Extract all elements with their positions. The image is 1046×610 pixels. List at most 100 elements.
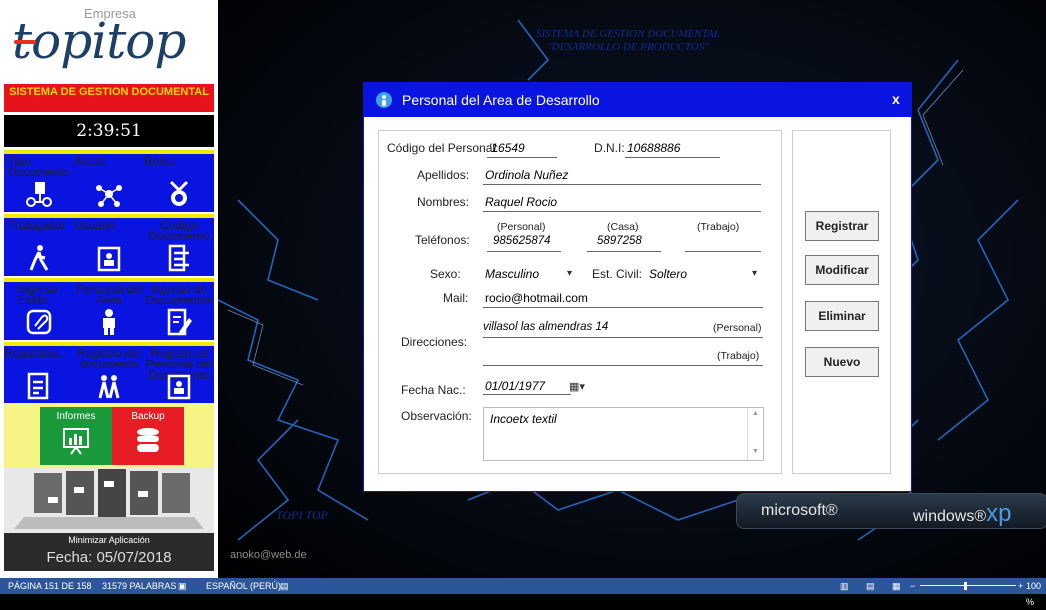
tile-label: Requisitos — [4, 346, 61, 360]
tile-label: Ingreso de Documentos — [145, 282, 213, 307]
windows-xp-bar: microsoft® windows®xp — [736, 493, 1046, 529]
zoom-slider[interactable] — [920, 585, 1016, 586]
tile-personal-del-area[interactable]: Personal del Area — [74, 282, 144, 340]
direcciones-label: Direcciones: — [401, 335, 468, 349]
codigo-field[interactable]: '16549 — [489, 141, 525, 155]
word-count[interactable]: 31579 PALABRAS — [102, 578, 176, 594]
desktop-title-line1: SISTEMA DE GESTION DOCUMENTAL — [536, 28, 720, 40]
chevron-down-icon[interactable]: ▾ — [567, 268, 572, 279]
scroll-up-icon[interactable]: ▲ — [752, 410, 759, 417]
date-label: Fecha: 05/07/2018 — [4, 547, 214, 571]
nombres-field[interactable]: Raquel Rocio — [485, 195, 557, 209]
scroll-down-icon[interactable]: ▼ — [752, 448, 759, 455]
fecha-nac-label: Fecha Nac.: — [401, 383, 466, 397]
page-count[interactable]: PÁGINA 151 DE 158 — [8, 578, 92, 594]
eliminar-button[interactable]: Eliminar — [805, 301, 879, 331]
tile-label: Tipo Documento — [8, 154, 70, 179]
zoom-slider-thumb[interactable] — [964, 582, 967, 590]
user-card-icon — [167, 374, 191, 400]
zoom-out-icon[interactable]: − — [910, 578, 915, 594]
tile-trabajador[interactable]: Trabajador — [4, 218, 74, 276]
tile-registro-personal[interactable]: Registro al Personal del Documento — [144, 346, 214, 404]
proofing-icon[interactable]: ▣ — [178, 578, 187, 594]
apellidos-label: Apellidos: — [417, 168, 470, 182]
walking-person-icon — [29, 245, 49, 271]
tel-personal-field[interactable]: 985625874 — [493, 235, 551, 247]
registrar-button[interactable]: Registrar — [805, 211, 879, 241]
tile-requisitos[interactable]: Requisitos — [4, 346, 74, 404]
dni-field[interactable]: 10688886 — [627, 141, 680, 155]
observacion-textarea[interactable]: Incoetx textil — [483, 407, 764, 461]
backup-button[interactable]: Backup — [112, 407, 184, 465]
fecha-nac-field[interactable]: 01/01/1977 — [485, 379, 545, 393]
document-flow-icon — [26, 182, 52, 207]
tile-label: Usuario — [74, 218, 116, 232]
zoom-in-icon[interactable]: + — [1018, 578, 1023, 594]
tile-usuario[interactable]: Usuario — [74, 218, 144, 276]
tile-row-3: Ingreso Estilo Personal del Area Ingreso… — [4, 278, 214, 340]
tile-roles[interactable]: Roles — [144, 154, 214, 212]
tile-ingreso-estilo[interactable]: Ingreso Estilo — [4, 282, 74, 340]
presentation-chart-icon — [63, 428, 89, 455]
tel-casa-underline — [587, 251, 661, 252]
tile-label: Ingreso Estilo — [18, 282, 59, 307]
chevron-down-icon[interactable]: ▾ — [752, 268, 757, 279]
dialog-titlebar[interactable]: Personal del Area de Desarrollo x — [364, 83, 911, 117]
network-icon — [96, 185, 122, 207]
tile-areas[interactable]: Áreas — [74, 154, 144, 212]
actions-panel: Registrar Modificar Eliminar Nuevo — [792, 130, 891, 474]
mail-label: Mail: — [443, 291, 469, 305]
observacion-value: Incoetx textil — [490, 412, 557, 426]
tel-casa-field[interactable]: 5897258 — [597, 235, 642, 247]
tile-row-4: Requisitos Registro del documento Regist… — [4, 342, 214, 404]
tile-tipo-documento[interactable]: Tipo Documento — [4, 154, 74, 212]
tile-label: Codigo Documento — [148, 218, 210, 243]
sexo-select[interactable]: Masculino — [485, 267, 539, 281]
logo-brand: topitop — [12, 12, 186, 70]
checklist-icon — [27, 372, 49, 400]
informes-label: Informes — [56, 411, 96, 422]
dir-personal-field[interactable]: villasol las almendras 14 — [483, 321, 608, 333]
personal-form: Código del Personal: '16549 D.N.I: 10688… — [378, 130, 782, 474]
clock: 2:39:51 — [4, 115, 214, 147]
tile-row-1: Tipo Documento Áreas Roles — [4, 150, 214, 212]
windows-xp-label: windows®xp — [913, 500, 1012, 528]
person-icon — [376, 92, 392, 108]
server-rack-icon — [4, 467, 214, 535]
language[interactable]: ESPAÑOL (PERÚ) — [206, 578, 281, 594]
tile-row-2: Trabajador Usuario Codigo Documento — [4, 214, 214, 276]
web-layout-icon[interactable]: ▦ — [892, 578, 901, 594]
tile-ingreso-documentos[interactable]: Ingreso de Documentos — [144, 282, 214, 340]
estcivil-select[interactable]: Soltero — [649, 267, 687, 281]
dni-label: D.N.I: — [594, 141, 625, 155]
estcivil-label: Est. Civil: — [592, 267, 643, 281]
calendar-icon[interactable]: ▦▾ — [569, 380, 585, 393]
macro-icon[interactable]: ▤ — [280, 578, 289, 594]
tel-personal-label: (Personal) — [497, 221, 546, 233]
nuevo-button[interactable]: Nuevo — [805, 347, 879, 377]
tile-label: Roles — [144, 154, 175, 168]
status-bar: PÁGINA 151 DE 158 31579 PALABRAS ▣ ESPAÑ… — [0, 578, 1046, 607]
apellidos-underline — [483, 184, 761, 185]
zoom-level[interactable]: 100 % — [1026, 578, 1046, 610]
informes-button[interactable]: Informes — [40, 407, 112, 465]
print-layout-icon[interactable]: ▤ — [866, 578, 875, 594]
read-mode-icon[interactable]: ▥ — [840, 578, 849, 594]
tile-codigo-documento[interactable]: Codigo Documento — [144, 218, 214, 276]
topitop-label: TOPI TOP — [276, 508, 328, 522]
tile-registro-documento[interactable]: Registro del documento — [74, 346, 144, 404]
observacion-scrollbar[interactable]: ▲ ▼ — [747, 408, 763, 460]
minimize-app-button[interactable]: Minimizar Aplicación — [4, 533, 214, 547]
logo: Empresa topitop — [0, 0, 218, 84]
group-icon — [98, 375, 120, 399]
tile-label: Áreas — [74, 154, 106, 168]
mail-field[interactable]: rocio@hotmail.com — [485, 291, 588, 305]
close-button[interactable]: x — [892, 91, 900, 107]
badge-icon — [169, 180, 189, 206]
reports-row: Informes Backup — [4, 403, 214, 467]
apellidos-field[interactable]: Ordinola Nuñez — [485, 168, 568, 182]
edit-document-icon — [167, 308, 192, 336]
modificar-button[interactable]: Modificar — [805, 255, 879, 285]
dir-personal-underline — [483, 337, 763, 338]
desktop-title: SISTEMA DE GESTION DOCUMENTAL "DESARROLL… — [536, 28, 720, 54]
